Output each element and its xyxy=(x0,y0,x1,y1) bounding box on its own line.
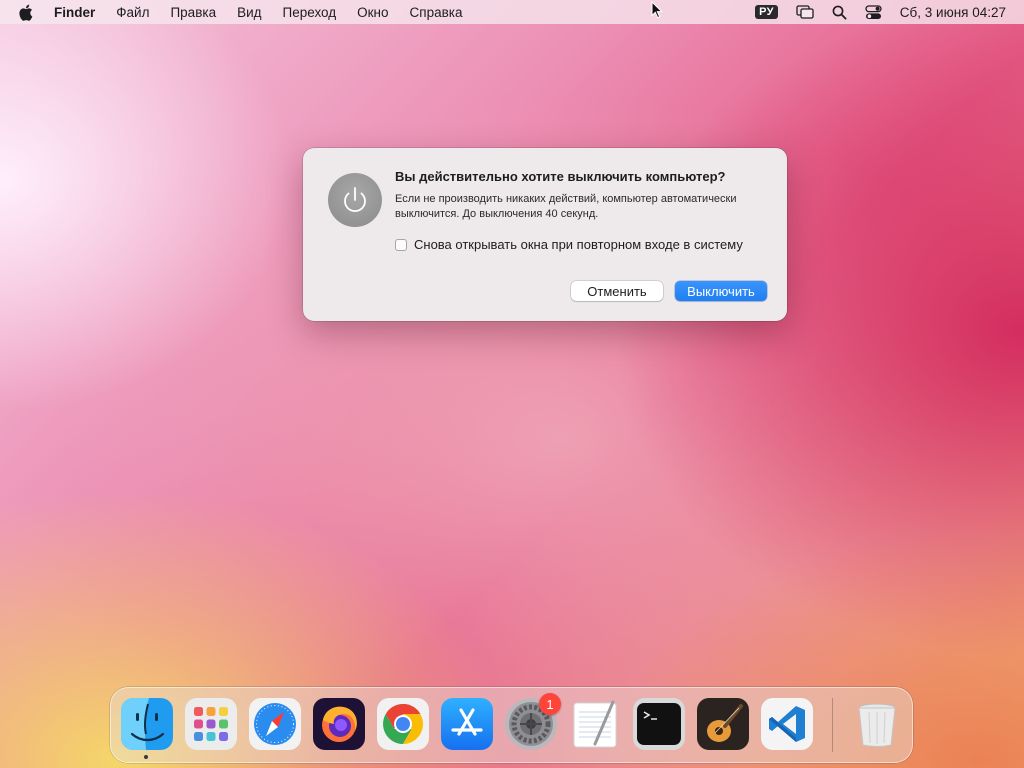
chrome-icon[interactable] xyxy=(377,698,429,750)
control-center-icon[interactable] xyxy=(865,4,882,20)
textedit-icon[interactable] xyxy=(569,698,621,750)
terminal-icon[interactable] xyxy=(633,698,685,750)
reopen-windows-label[interactable]: Снова открывать окна при повторном входе… xyxy=(414,237,743,252)
menu-window[interactable]: Окно xyxy=(357,5,388,20)
shut-down-button[interactable]: Выключить xyxy=(675,281,767,301)
app-store-icon[interactable] xyxy=(441,698,493,750)
finder-icon[interactable] xyxy=(121,698,173,750)
dialog-title: Вы действительно хотите выключить компью… xyxy=(395,169,726,184)
menu-go[interactable]: Переход xyxy=(283,5,337,20)
input-source-label: РУ xyxy=(755,5,778,19)
menu-file[interactable]: Файл xyxy=(116,5,149,20)
menu-help[interactable]: Справка xyxy=(410,5,463,20)
dialog-message: Если не производить никаких действий, ко… xyxy=(395,193,737,220)
mouse-cursor-icon xyxy=(651,0,664,24)
spotlight-search-icon[interactable] xyxy=(832,5,847,20)
launchpad-icon[interactable] xyxy=(185,698,237,750)
reopen-windows-option[interactable]: Снова открывать окна при повторном входе… xyxy=(395,237,743,252)
dock: 1 xyxy=(110,687,913,763)
screen-mirroring-icon[interactable] xyxy=(796,5,814,19)
menu-view[interactable]: Вид xyxy=(237,5,261,20)
reopen-windows-checkbox[interactable] xyxy=(395,238,407,251)
menu-edit[interactable]: Правка xyxy=(170,5,216,20)
firefox-icon[interactable] xyxy=(313,698,365,750)
vscode-icon[interactable] xyxy=(761,698,813,750)
menu-app-name[interactable]: Finder xyxy=(54,5,95,20)
power-icon xyxy=(328,173,382,227)
shutdown-dialog: Вы действительно хотите выключить компью… xyxy=(303,148,787,321)
input-source-menu[interactable]: РУ xyxy=(755,5,778,19)
menu-clock[interactable]: Сб, 3 июня 04:27 xyxy=(900,5,1006,20)
finder-running-indicator xyxy=(144,755,148,759)
apple-menu-icon[interactable] xyxy=(18,3,34,21)
dock-separator xyxy=(832,698,833,752)
menu-bar: Finder Файл Правка Вид Переход Окно Спра… xyxy=(0,0,1024,24)
cancel-button[interactable]: Отменить xyxy=(571,281,663,301)
safari-icon[interactable] xyxy=(249,698,301,750)
notification-badge: 1 xyxy=(539,693,561,715)
trash-icon[interactable] xyxy=(851,698,903,750)
garageband-icon[interactable] xyxy=(697,698,749,750)
